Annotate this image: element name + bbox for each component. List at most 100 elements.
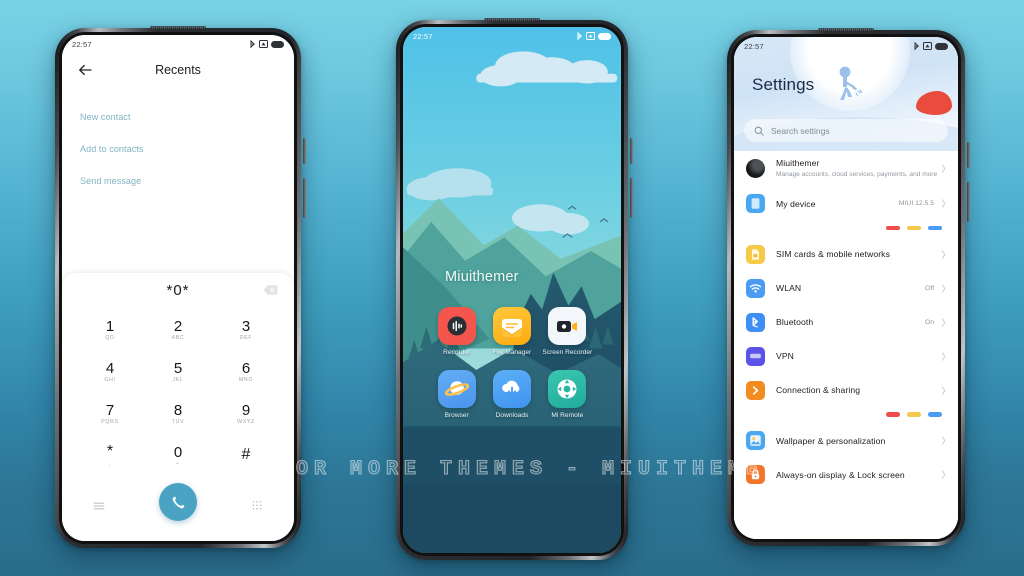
back-arrow-icon[interactable] [76, 61, 94, 79]
connection-sharing-icon [746, 380, 765, 400]
dialer-screen: 22:57 Recents New contact Add to contact… [62, 35, 294, 541]
wallpaper-art [403, 27, 621, 553]
settings-row-connection-sharing[interactable]: Connection & sharing [734, 373, 958, 407]
key-letters: ABC [171, 335, 185, 342]
app-grid: Recorder File Manager Screen Recorder Br… [403, 307, 621, 421]
chevron-right-icon [941, 164, 946, 174]
status-bar: 22:57 [62, 35, 294, 53]
key-digit: # [241, 446, 251, 464]
key-2[interactable]: 2 ABC [144, 309, 212, 351]
app-screen-recorder[interactable]: Screen Recorder [540, 307, 595, 358]
dialpad-keys: 1 QD 2 ABC 3 DEF 4 GHI 5 JKL 6 MNO 7 PQR… [62, 307, 294, 477]
key-7[interactable]: 7 PQRS [76, 393, 144, 435]
key-6[interactable]: 6 MNO [212, 351, 280, 393]
app-bar: Recents [62, 53, 294, 87]
bluetooth-icon [914, 41, 919, 50]
app-file-manager[interactable]: File Manager [484, 307, 539, 358]
settings-row-vpn[interactable]: VPN [734, 339, 958, 373]
app-browser[interactable]: Browser [429, 369, 484, 421]
chevron-right-icon [941, 470, 946, 479]
settings-row-account[interactable]: Miuithemer Manage accounts, cloud servic… [734, 151, 958, 187]
dialer-bottom-bar [62, 477, 294, 535]
app-recorder[interactable]: Recorder [429, 307, 484, 358]
menu-icon[interactable] [92, 499, 106, 513]
key-asterisk[interactable]: * , [76, 435, 144, 477]
row-text: Miuithemer Manage accounts, cloud servic… [776, 158, 941, 180]
key-digit: * [106, 443, 114, 461]
settings-row-my-device[interactable]: My device MIUI 12.5.5 [734, 187, 958, 221]
red-blob-decoration [916, 91, 952, 115]
quick-action-add-to-contacts[interactable]: Add to contacts [80, 133, 276, 165]
row-text: Connection & sharing [776, 385, 941, 395]
keypad-card: *0* 1 QD 2 ABC 3 DEF 4 GHI 5 JKL 6 MNO 7… [62, 273, 294, 541]
settings-list: Miuithemer Manage accounts, cloud servic… [734, 151, 958, 539]
account-subtitle: Manage accounts, cloud services, payment… [776, 171, 938, 178]
phone-call-icon [172, 495, 185, 508]
phone-dialer: 22:57 Recents New contact Add to contact… [55, 26, 306, 548]
key-8[interactable]: 8 TUV [144, 393, 212, 435]
quick-action-new-contact[interactable]: New contact [80, 101, 276, 133]
settings-row-wallpaper[interactable]: Wallpaper & personalization [734, 424, 958, 458]
search-input[interactable]: Search settings [744, 119, 948, 142]
status-bar-time: 22:57 [744, 41, 764, 51]
settings-row-sim-cards[interactable]: SIM cards & mobile networks [734, 237, 958, 271]
key-4[interactable]: 4 GHI [76, 351, 144, 393]
lock-icon [746, 465, 765, 485]
key-letters: WXYZ [237, 419, 255, 426]
page-title: Recents [155, 63, 201, 77]
phone-bezel: 22:57 Recents New contact Add to contact… [59, 32, 297, 544]
app-label: Mi Remote [551, 411, 584, 419]
pill-yellow [907, 412, 921, 417]
row-label: Bluetooth [776, 317, 814, 328]
volume-button[interactable] [303, 138, 306, 164]
phone-home-screen: 22:57 Miuithemer Recorder File Manager S… [396, 18, 633, 560]
call-button[interactable] [159, 483, 197, 521]
settings-row-always-on-display[interactable]: Always-on display & Lock screen [734, 458, 958, 492]
key-5[interactable]: 5 JKL [144, 351, 212, 393]
chevron-right-icon [941, 317, 946, 327]
row-text: VPN [776, 351, 941, 361]
key-letters: + [176, 461, 180, 468]
power-button[interactable] [303, 178, 306, 218]
app-mi-remote[interactable]: Mi Remote [540, 369, 595, 421]
vpn-icon [746, 346, 765, 366]
dialpad-icon[interactable] [250, 499, 264, 513]
quick-action-send-message[interactable]: Send message [80, 165, 276, 197]
device-icon [746, 194, 765, 214]
key-digit: 5 [173, 359, 183, 377]
row-label: WLAN [776, 283, 802, 294]
key-3[interactable]: 3 DEF [212, 309, 280, 351]
power-button[interactable] [630, 178, 633, 218]
key-1[interactable]: 1 QD [76, 309, 144, 351]
power-button[interactable] [967, 182, 970, 222]
row-value: MIUI 12.5.5 [898, 200, 934, 208]
status-bar-icons [250, 39, 284, 49]
key-0[interactable]: 0 + [144, 435, 212, 477]
pill-yellow [907, 225, 921, 231]
user-avatar [746, 159, 765, 179]
row-text: Bluetooth [776, 317, 925, 327]
dialed-number[interactable]: *0* [166, 282, 189, 299]
volume-button[interactable] [630, 138, 633, 164]
status-bar-time: 22:57 [72, 39, 92, 49]
pill-divider [734, 221, 958, 238]
key-hash[interactable]: # [212, 435, 280, 477]
search-icon [754, 126, 764, 136]
quick-actions-list: New contact Add to contacts Send message [62, 87, 294, 197]
wifi-icon [746, 278, 765, 298]
chevron-right-icon [941, 351, 946, 361]
wallpaper-text: Miuithemer [445, 269, 519, 285]
backspace-icon[interactable] [263, 285, 278, 296]
app-label: File Manager [492, 349, 532, 356]
key-digit: 2 [173, 317, 183, 335]
key-letters: GHI [104, 377, 116, 384]
file-manager-icon [492, 307, 531, 345]
settings-row-wlan[interactable]: WLAN Off [734, 271, 958, 305]
key-digit: 6 [241, 359, 251, 377]
settings-row-bluetooth[interactable]: Bluetooth On [734, 305, 958, 339]
key-letters: PQRS [101, 419, 119, 426]
volume-button[interactable] [967, 142, 970, 168]
app-downloads[interactable]: Downloads [484, 369, 539, 421]
recorder-icon [437, 307, 476, 345]
key-9[interactable]: 9 WXYZ [212, 393, 280, 435]
